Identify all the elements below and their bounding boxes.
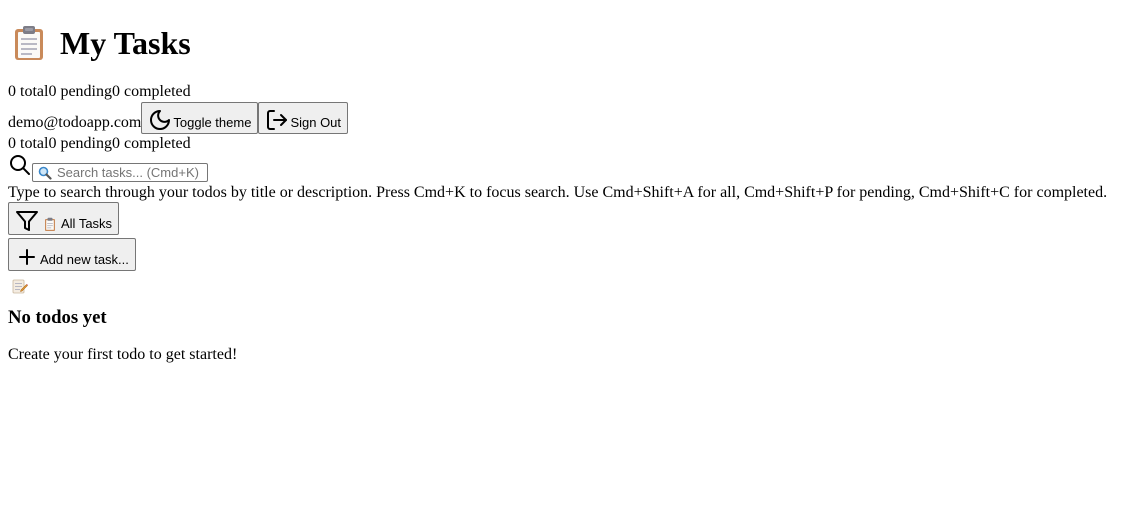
plus-icon xyxy=(15,245,40,269)
search-help-text: Type to search through your todos by tit… xyxy=(8,184,1108,201)
search-input[interactable] xyxy=(57,164,205,181)
empty-state-text: Create your first todo to get started! xyxy=(8,346,238,363)
clipboard-icon xyxy=(10,24,50,62)
add-task-button[interactable]: Add new task... xyxy=(8,238,136,271)
log-out-icon xyxy=(265,108,290,132)
toggle-theme-label: Toggle theme xyxy=(173,115,252,130)
page: My Tasks 0 total0 pending0 completed dem… xyxy=(0,22,1141,364)
search-field[interactable] xyxy=(32,163,208,182)
toggle-theme-button[interactable]: Toggle theme xyxy=(141,102,259,134)
stats-summary-bottom: 0 total0 pending0 completed xyxy=(8,134,1133,153)
empty-state: No todos yet Create your first todo to g… xyxy=(8,278,1133,364)
add-task-label: Add new task... xyxy=(40,252,129,267)
user-email: demo@todoapp.com xyxy=(8,114,142,131)
stat-completed: 0 completed xyxy=(111,83,191,100)
stat-total: 0 total xyxy=(8,135,49,152)
sign-out-label: Sign Out xyxy=(290,115,342,130)
header: My Tasks xyxy=(8,22,1133,64)
filter-icon xyxy=(15,209,40,233)
search-bar xyxy=(8,153,1133,182)
magnifier-emoji-icon xyxy=(38,166,52,185)
filter-selected-label: All Tasks xyxy=(61,216,113,231)
page-title: My Tasks xyxy=(60,25,191,61)
stats-summary-top: 0 total0 pending0 completed xyxy=(8,82,1133,101)
filter-dropdown-button[interactable]: All Tasks xyxy=(8,202,120,235)
search-icon xyxy=(8,153,32,182)
user-bar: demo@todoapp.com Toggle theme Sign Out xyxy=(8,101,1133,134)
stat-completed: 0 completed xyxy=(111,135,191,152)
stat-pending: 0 pending xyxy=(48,135,112,152)
stat-total: 0 total xyxy=(8,83,49,100)
clipboard-small-icon xyxy=(43,217,58,231)
moon-icon xyxy=(148,108,173,132)
memo-icon xyxy=(12,278,28,294)
stat-pending: 0 pending xyxy=(48,83,112,100)
sign-out-button[interactable]: Sign Out xyxy=(258,102,349,134)
empty-state-title: No todos yet xyxy=(8,307,107,328)
